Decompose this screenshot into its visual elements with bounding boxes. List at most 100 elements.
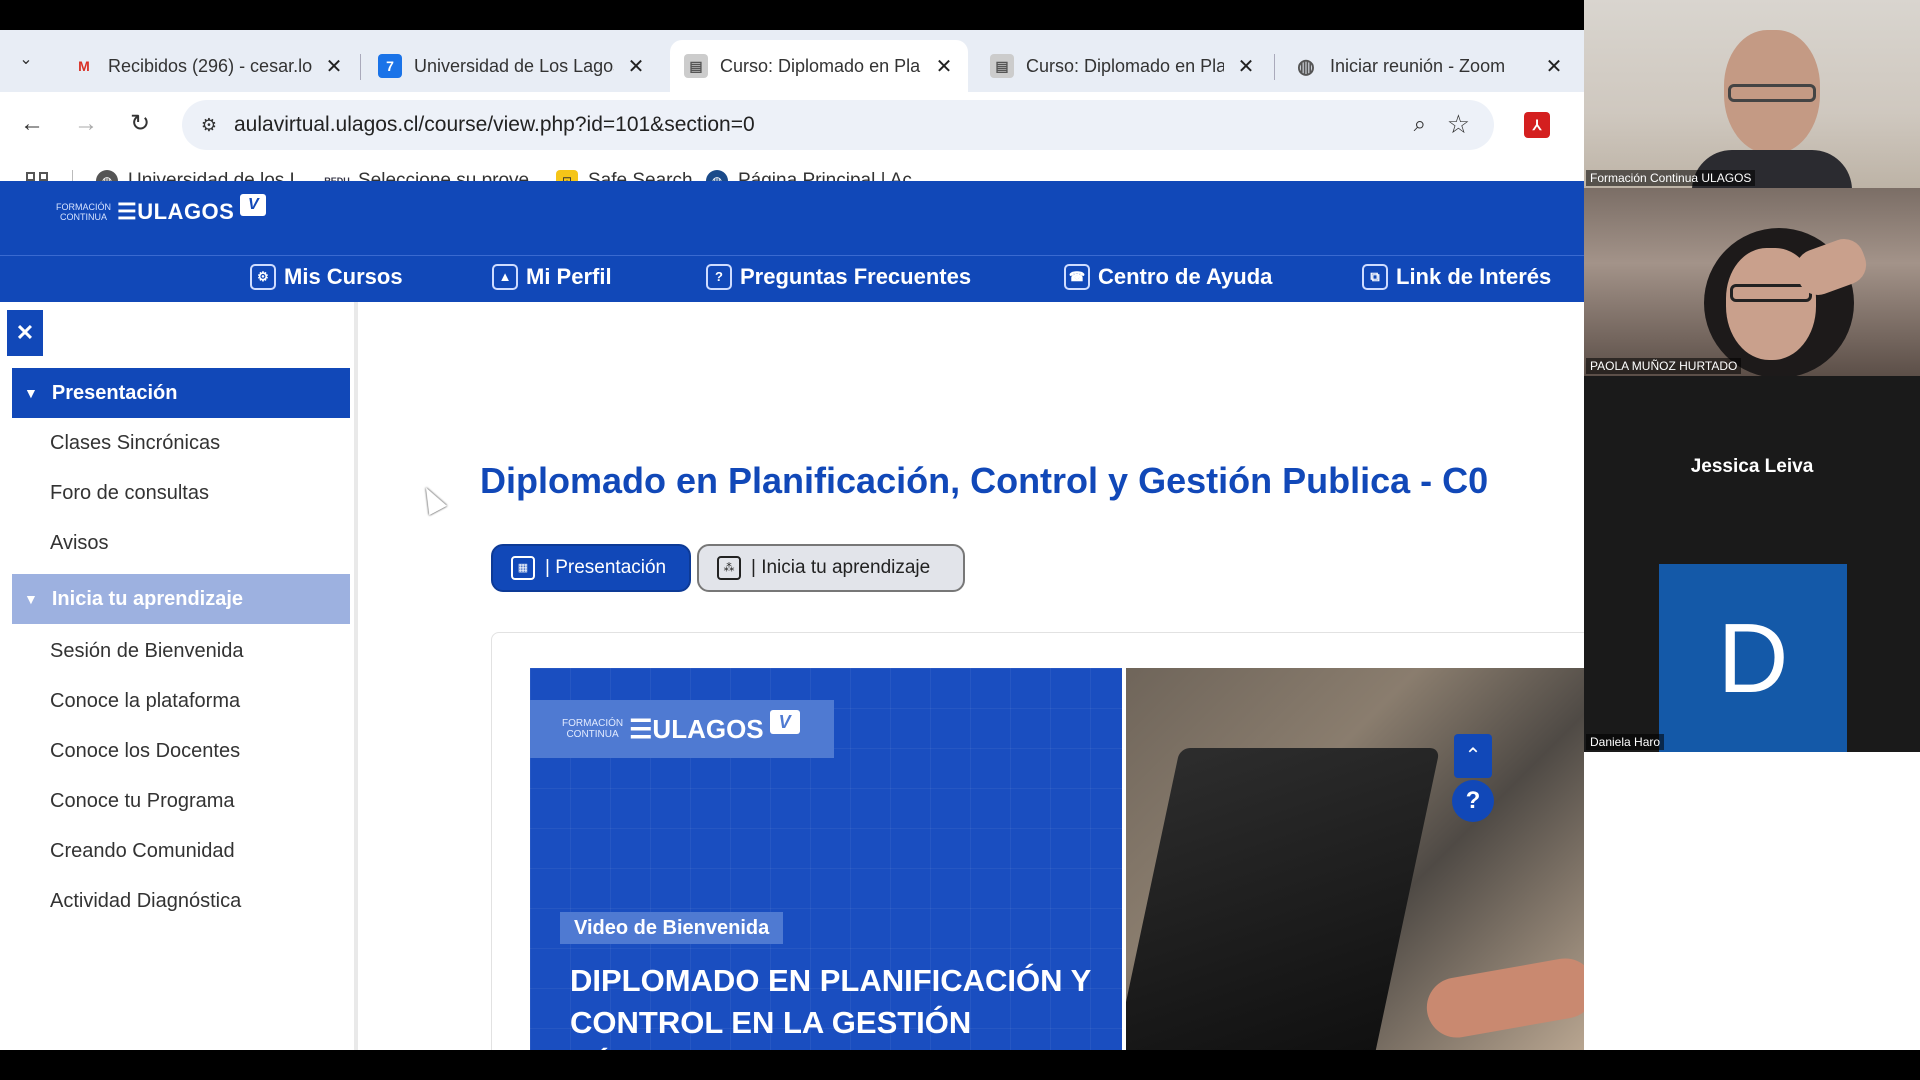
video-heading-line: CONTROL EN LA GESTIÓN PÚBLICA — [570, 1005, 972, 1050]
browser-toolbar: ← → ↻ ⚙ aulavirtual.ulagos.cl/course/vie… — [0, 92, 1584, 156]
tab-title: Curso: Diplomado en Pla — [1026, 55, 1224, 76]
chevron-down-icon: ▼ — [24, 591, 38, 607]
tab-course[interactable]: ▤ Curso: Diplomado en Pla ✕ — [976, 40, 1270, 92]
close-icon[interactable]: ✕ — [1544, 54, 1564, 79]
sidebar-item-avisos[interactable]: Avisos — [50, 532, 109, 555]
tab-gmail[interactable]: M Recibidos (296) - cesar.lo ✕ — [58, 40, 358, 92]
sidebar-item-conoce-docentes[interactable]: Conoce los Docentes — [50, 740, 240, 763]
button-label: | Inicia tu aprendizaje — [751, 557, 931, 578]
globe-icon: ◍ — [1297, 55, 1315, 78]
site-header: FORMACIÓN CONTINUA ☰ULAGOS V — [0, 181, 1584, 255]
back-arrow-icon[interactable]: ← — [14, 106, 50, 142]
gmail-icon: M — [78, 58, 90, 74]
sidebar-section-presentacion[interactable]: ▼ Presentación — [12, 368, 350, 418]
bookmark-star-icon[interactable]: ☆ — [1447, 109, 1470, 140]
reload-icon[interactable]: ↻ — [122, 106, 158, 142]
nav-label: Mis Cursos — [284, 264, 403, 289]
pdf-extension-icon[interactable]: ⅄ — [1524, 112, 1550, 138]
participant-name: PAOLA MUÑOZ HURTADO — [1586, 358, 1742, 374]
logo-text: ☰ULAGOS — [629, 713, 764, 744]
close-icon[interactable]: ✕ — [1236, 54, 1256, 79]
participant-tile[interactable]: PAOLA MUÑOZ HURTADO — [1584, 188, 1920, 376]
help-button[interactable]: ? — [1452, 780, 1494, 822]
hand-image — [1422, 953, 1584, 1043]
chevron-down-icon: ▼ — [24, 385, 38, 401]
participant-tile[interactable]: Jessica Leiva D Daniela Haro — [1584, 376, 1920, 752]
nav-label: Mi Perfil — [526, 264, 612, 289]
tab-universidad[interactable]: 7 Universidad de Los Lagos ✕ — [364, 40, 660, 92]
tab-search-chevron-icon[interactable]: ⌄ — [10, 44, 42, 76]
video-tag: Video de Bienvenida — [560, 912, 784, 944]
zoom-magnifier-icon[interactable]: ⌕ — [1414, 111, 1426, 137]
tab-title: Iniciar reunión - Zoom — [1330, 55, 1506, 76]
presentation-icon: ▦ — [511, 556, 535, 580]
course-title: Diplomado en Planificación, Control y Ge… — [480, 460, 1489, 501]
sidebar-item-foro[interactable]: Foro de consultas — [50, 482, 209, 505]
sidebar-item-creando-comunidad[interactable]: Creando Comunidad — [50, 840, 235, 863]
sidebar-item-conoce-programa[interactable]: Conoce tu Programa — [50, 790, 235, 813]
site-info-icon[interactable]: ⚙ — [196, 112, 222, 138]
site-nav: ⚙ Mis Cursos ▲ Mi Perfil ? Preguntas Fre… — [0, 255, 1584, 302]
blocks-icon: ⁂ — [717, 556, 741, 580]
logo-subtext: FORMACIÓN CONTINUA — [56, 202, 111, 222]
participant-name: Formación Continua ULAGOS — [1586, 170, 1756, 186]
glasses-icon — [1728, 84, 1816, 102]
sidebar-item-actividad-diagnostica[interactable]: Actividad Diagnóstica — [50, 890, 241, 913]
nav-preguntas-frecuentes[interactable]: ? Preguntas Frecuentes — [706, 264, 971, 290]
presentacion-button[interactable]: ▦ | Presentación — [491, 544, 691, 592]
participant-name: Daniela Haro — [1586, 734, 1665, 750]
tab-separator — [360, 54, 361, 80]
video-ulagos-logo: FORMACIÓN CONTINUA ☰ULAGOS V — [530, 700, 834, 758]
course-icon: ▤ — [990, 54, 1014, 78]
graduation-cap-icon: ▲ — [492, 264, 518, 290]
course-sidebar: ✕ ▼ Presentación Clases Sincrónicas Foro… — [0, 302, 358, 1050]
logo-badge: V — [769, 710, 800, 734]
nav-mi-perfil[interactable]: ▲ Mi Perfil — [492, 264, 612, 290]
button-label: | Presentación — [545, 557, 667, 578]
courses-icon: ⚙ — [250, 264, 276, 290]
tab-title: Recibidos (296) - cesar.lo — [108, 55, 312, 76]
tab-separator — [1274, 54, 1275, 80]
participant-display-name: Jessica Leiva — [1690, 456, 1814, 477]
support-icon: ☎ — [1064, 264, 1090, 290]
page-background-right — [1584, 752, 1920, 1050]
course-icon: ▤ — [684, 54, 708, 78]
close-icon[interactable]: ✕ — [324, 54, 344, 79]
ulagos-logo[interactable]: FORMACIÓN CONTINUA ☰ULAGOS V — [56, 194, 267, 225]
tab-bar: ⌄ M Recibidos (296) - cesar.lo ✕ 7 Unive… — [0, 30, 1584, 92]
bottom-strip — [0, 1050, 1920, 1080]
participant-tile[interactable]: Formación Continua ULAGOS — [1584, 0, 1920, 188]
zoom-participants-panel: Formación Continua ULAGOS PAOLA MUÑOZ HU… — [1584, 0, 1920, 752]
sidebar-section-inicia[interactable]: ▼ Inicia tu aprendizaje — [12, 574, 350, 624]
video-heading: DIPLOMADO EN PLANIFICACIÓN Y CONTROL EN … — [570, 960, 1110, 1050]
link-icon: ⧉ — [1362, 264, 1388, 290]
participant-video — [1584, 0, 1920, 188]
welcome-video[interactable]: FORMACIÓN CONTINUA ☰ULAGOS V Video de Bie… — [530, 668, 1584, 1050]
avatar: D — [1659, 564, 1847, 752]
logo-badge: V — [240, 194, 267, 216]
nav-link-de-interes[interactable]: ⧉ Link de Interés — [1362, 264, 1551, 290]
video-photo-panel — [1126, 668, 1584, 1050]
faq-icon: ? — [706, 264, 732, 290]
sidebar-item-clases-sincronicas[interactable]: Clases Sincrónicas — [50, 432, 220, 455]
scroll-to-top-button[interactable]: ⌃ — [1454, 734, 1492, 778]
section-label: Presentación — [51, 381, 178, 404]
inicia-aprendizaje-button[interactable]: ⁂ | Inicia tu aprendizaje — [697, 544, 965, 592]
close-icon[interactable]: ✕ — [934, 54, 954, 79]
nav-centro-de-ayuda[interactable]: ☎ Centro de Ayuda — [1064, 264, 1272, 290]
close-sidebar-button[interactable]: ✕ — [7, 310, 43, 356]
tab-zoom[interactable]: ◍ Iniciar reunión - Zoom ✕ — [1280, 40, 1578, 92]
url-text[interactable]: aulavirtual.ulagos.cl/course/view.php?id… — [234, 113, 755, 137]
forward-arrow-icon[interactable]: → — [68, 106, 104, 142]
participant-video — [1584, 188, 1920, 376]
sidebar-item-sesion-bienvenida[interactable]: Sesión de Bienvenida — [50, 640, 243, 663]
nav-mis-cursos[interactable]: ⚙ Mis Cursos — [250, 264, 403, 290]
logo-subtext: FORMACIÓN CONTINUA — [562, 718, 624, 740]
address-bar[interactable]: ⚙ aulavirtual.ulagos.cl/course/view.php?… — [182, 100, 1494, 150]
laptop-image — [1126, 748, 1441, 1050]
nav-label: Preguntas Frecuentes — [740, 264, 972, 289]
close-icon[interactable]: ✕ — [626, 54, 646, 79]
sidebar-item-conoce-plataforma[interactable]: Conoce la plataforma — [50, 690, 240, 713]
video-heading-line: DIPLOMADO EN PLANIFICACIÓN Y — [570, 963, 1092, 998]
tab-course-active[interactable]: ▤ Curso: Diplomado en Pla ✕ — [670, 40, 968, 92]
